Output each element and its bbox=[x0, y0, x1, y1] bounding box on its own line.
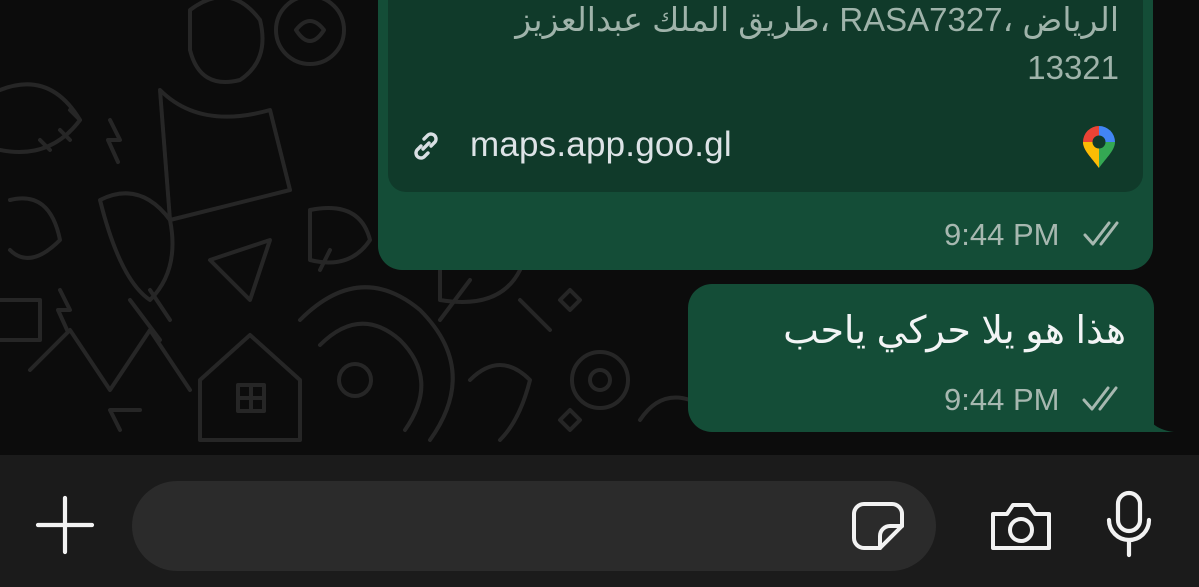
attach-plus-icon[interactable] bbox=[34, 494, 96, 556]
location-link[interactable]: maps.app.goo.gl bbox=[470, 125, 732, 165]
location-address: طريق الملك عبدالعزيز، RASA7327، الرياض 1… bbox=[469, 0, 1119, 92]
message-time: 9:44 PM bbox=[944, 217, 1060, 252]
message-input[interactable] bbox=[132, 481, 936, 571]
address-line-1: طريق الملك عبدالعزيز، RASA7327، الرياض bbox=[515, 1, 1119, 38]
microphone-icon[interactable] bbox=[1104, 490, 1154, 558]
text-message-bubble[interactable]: هذا هو يلا حركي ياحب 9:44 PM bbox=[688, 284, 1154, 432]
google-maps-pin-icon bbox=[1083, 126, 1115, 168]
double-check-icon bbox=[1082, 386, 1118, 411]
chat-area: طريق الملك عبدالعزيز، RASA7327، الرياض 1… bbox=[0, 0, 1199, 455]
camera-icon[interactable] bbox=[987, 500, 1055, 552]
double-check-icon bbox=[1083, 221, 1119, 246]
address-line-2: 13321 bbox=[1027, 49, 1119, 86]
link-icon bbox=[414, 132, 438, 160]
location-message-bubble[interactable]: طريق الملك عبدالعزيز، RASA7327، الرياض 1… bbox=[378, 0, 1153, 270]
sticker-icon[interactable] bbox=[850, 500, 906, 552]
message-text: هذا هو يلا حركي ياحب bbox=[783, 310, 1126, 352]
location-preview-card[interactable]: طريق الملك عبدالعزيز، RASA7327، الرياض 1… bbox=[388, 0, 1143, 192]
message-time: 9:44 PM bbox=[944, 382, 1060, 417]
